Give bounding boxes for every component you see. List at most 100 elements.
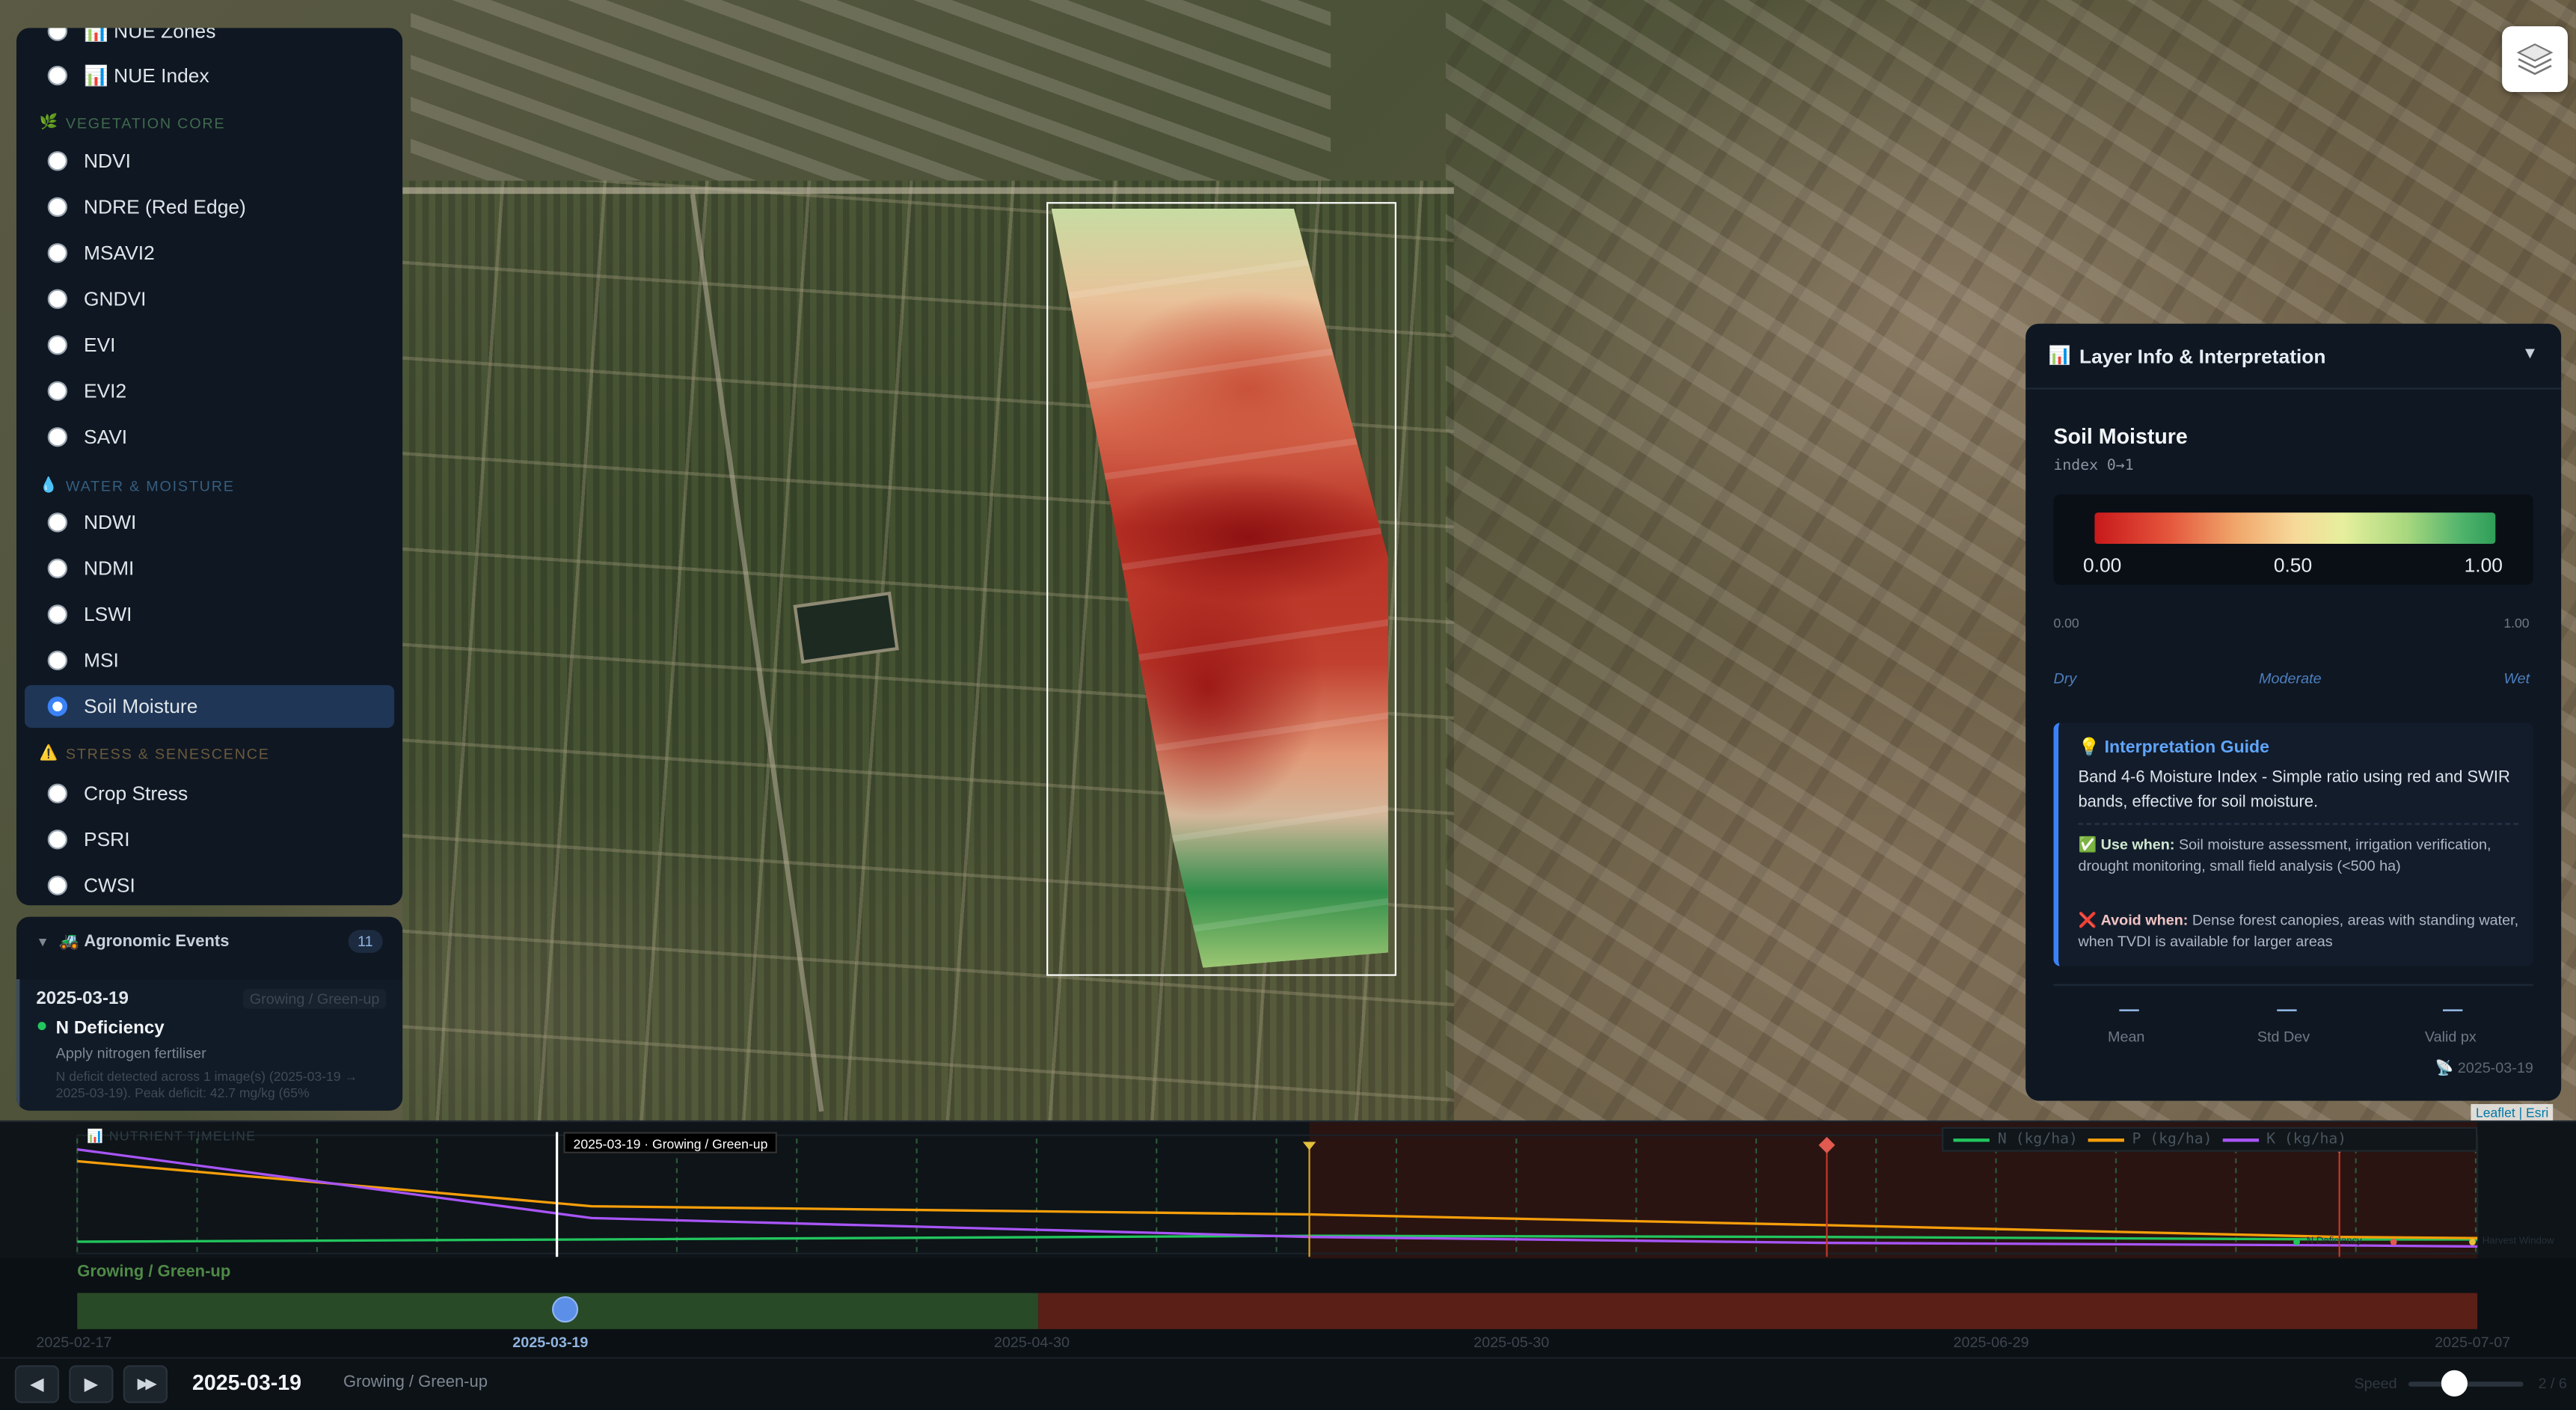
road <box>402 187 1454 194</box>
radio-button[interactable] <box>47 197 68 217</box>
legend-label: K (kg/ha) <box>2266 1131 2347 1148</box>
colorbar <box>2094 512 2496 545</box>
radio-button[interactable] <box>47 650 68 671</box>
event-label: N Deficiency <box>2306 1236 2362 1248</box>
colorbar-tick: 0.00 <box>2083 554 2122 577</box>
section-header-water: 💧 WATER & MOISTURE <box>39 476 235 494</box>
previous-icon: ◀ <box>30 1375 44 1395</box>
cross-icon: ❌ <box>2078 912 2101 928</box>
map-attribution[interactable]: Leaflet | Esri <box>2471 1103 2554 1121</box>
event-stage-badge: Growing / Green-up <box>242 989 387 1009</box>
radio-button-selected[interactable] <box>47 696 68 717</box>
lightbulb-icon: 💡 <box>2078 738 2105 758</box>
layer-option-ndre[interactable]: NDRE (Red Edge) <box>25 186 394 228</box>
events-header[interactable]: ▼ 🚜 Agronomic Events 11 <box>16 917 402 966</box>
layer-label: NUE Zones <box>114 28 216 43</box>
stage-segment-late[interactable] <box>1038 1293 2478 1329</box>
field-boundary <box>1046 202 1396 976</box>
layer-option-ndwi[interactable]: NDWI <box>25 501 394 544</box>
guide-description: Band 4-6 Moisture Index - Simple ratio u… <box>2078 768 2510 812</box>
scale-label-wet: Wet <box>2503 670 2530 687</box>
timeline-scrubber-handle[interactable] <box>551 1296 579 1323</box>
radio-button[interactable] <box>47 65 68 86</box>
event-title: N Deficiency <box>55 1018 165 1039</box>
guide-title: 💡 Interpretation Guide <box>2078 738 2269 758</box>
layer-option-evi2[interactable]: EVI2 <box>25 370 394 412</box>
radio-button[interactable] <box>47 512 68 533</box>
radio-button[interactable] <box>47 243 68 263</box>
warning-icon: ⚠️ <box>39 744 60 761</box>
legend-swatch-n <box>1953 1138 1990 1141</box>
leaf-icon: 🌿 <box>39 113 60 130</box>
layer-info-header[interactable]: 📊 Layer Info & Interpretation ▼ <box>2025 324 2562 390</box>
satellite-icon: 📡 <box>2435 1059 2458 1076</box>
playback-controls: ◀ ▶ ▶▶ 2025-03-19 Growing / Green-up Spe… <box>0 1357 2576 1410</box>
fast-forward-icon: ▶▶ <box>137 1375 157 1392</box>
date-tick: 2025-04-30 <box>993 1334 1070 1351</box>
radio-button[interactable] <box>47 335 68 355</box>
stat-mean-label: Mean <box>2107 1028 2145 1045</box>
layer-option-msi[interactable]: MSI <box>25 639 394 681</box>
section-header-stress: ⚠️ STRESS & SENESCENCE <box>39 744 270 762</box>
radio-button[interactable] <box>47 427 68 447</box>
radio-button[interactable] <box>47 151 68 171</box>
layer-option-gndvi[interactable]: GNDVI <box>25 278 394 320</box>
chevron-down-icon[interactable]: ▼ <box>36 934 49 949</box>
chevron-down-icon[interactable]: ▼ <box>2522 345 2539 363</box>
events-title: Agronomic Events <box>84 932 230 951</box>
tractor-icon: 🚜 <box>58 932 85 951</box>
timeline-tooltip: 2025-03-19 · Growing / Green-up <box>563 1132 778 1153</box>
play-button[interactable]: ▶ <box>69 1365 114 1403</box>
range-max: 1.00 <box>2503 616 2530 631</box>
stat-stddev-label: Std Dev <box>2257 1028 2310 1045</box>
previous-button[interactable]: ◀ <box>14 1365 60 1403</box>
speed-value: 2 / 6 <box>2538 1375 2567 1392</box>
layer-option-cwsi[interactable]: CWSI <box>25 864 394 905</box>
layer-option-psri[interactable]: PSRI <box>25 818 394 861</box>
layer-option-evi[interactable]: EVI <box>25 324 394 367</box>
layers-toggle-button[interactable] <box>2502 26 2568 92</box>
layer-info-panel: 📊 Layer Info & Interpretation ▼ Soil Moi… <box>2025 323 2562 1101</box>
layer-option-nue-zones[interactable]: 📊 NUE Zones <box>25 28 394 52</box>
legend-label: N (kg/ha) <box>1997 1131 2078 1148</box>
legend-label: P (kg/ha) <box>2132 1131 2212 1148</box>
radio-button[interactable] <box>47 875 68 896</box>
current-date: 2025-03-19 <box>191 1370 302 1395</box>
timeline-scrubber[interactable] <box>77 1293 2478 1329</box>
growth-stage-timeline: Growing / Green-up 2025-02-17 2025-03-19… <box>0 1258 2576 1358</box>
event-card[interactable]: 2025-03-19 Growing / Green-up N Deficien… <box>16 979 403 1111</box>
image-date: 📡 2025-03-19 <box>2435 1059 2533 1076</box>
radio-button[interactable] <box>47 830 68 850</box>
nutrient-legend: N (kg/ha) P (kg/ha) K (kg/ha) <box>1942 1127 2478 1152</box>
layer-option-ndmi[interactable]: NDMI <box>25 547 394 589</box>
nutrient-timeline-title: 📊 NUTRIENT TIMELINE <box>87 1128 257 1144</box>
radio-button[interactable] <box>47 783 68 804</box>
layer-option-soil-moisture[interactable]: Soil Moisture <box>24 684 395 729</box>
radio-button[interactable] <box>47 604 68 625</box>
radio-button[interactable] <box>47 28 68 41</box>
stat-validpx-value: — <box>2443 997 2463 1020</box>
radio-button[interactable] <box>47 558 68 579</box>
radio-button[interactable] <box>47 381 68 401</box>
date-tick-current: 2025-03-19 <box>512 1334 589 1351</box>
play-icon: ▶ <box>84 1375 99 1395</box>
layer-option-savi[interactable]: SAVI <box>25 416 394 459</box>
layer-option-msavi2[interactable]: MSAVI2 <box>25 232 394 275</box>
layer-option-lswi[interactable]: LSWI <box>25 593 394 636</box>
check-icon: ✅ <box>2078 836 2101 853</box>
speed-slider-handle[interactable] <box>2441 1370 2468 1397</box>
layer-option-crop-stress[interactable]: Crop Stress <box>25 772 394 815</box>
fast-forward-button[interactable]: ▶▶ <box>123 1365 168 1403</box>
panel-title: Layer Info & Interpretation <box>2079 344 2326 367</box>
speed-label: Speed <box>2354 1375 2397 1392</box>
radio-button[interactable] <box>47 289 68 309</box>
divider <box>2078 823 2519 825</box>
layer-option-nue-index[interactable]: 📊 NUE Index <box>25 54 394 96</box>
current-stage: Growing / Green-up <box>343 1373 488 1392</box>
deficiency-dot <box>2293 1239 2300 1245</box>
layer-name: Soil Moisture <box>2053 423 2188 449</box>
nutrient-timeline[interactable]: 📊 NUTRIENT TIMELINE 2025-03-19 · Growing… <box>0 1120 2576 1260</box>
event-recommendation: Apply nitrogen fertiliser <box>55 1044 206 1061</box>
event-detail: N deficit detected across 1 image(s) (20… <box>55 1069 358 1101</box>
layer-option-ndvi[interactable]: NDVI <box>25 140 394 183</box>
